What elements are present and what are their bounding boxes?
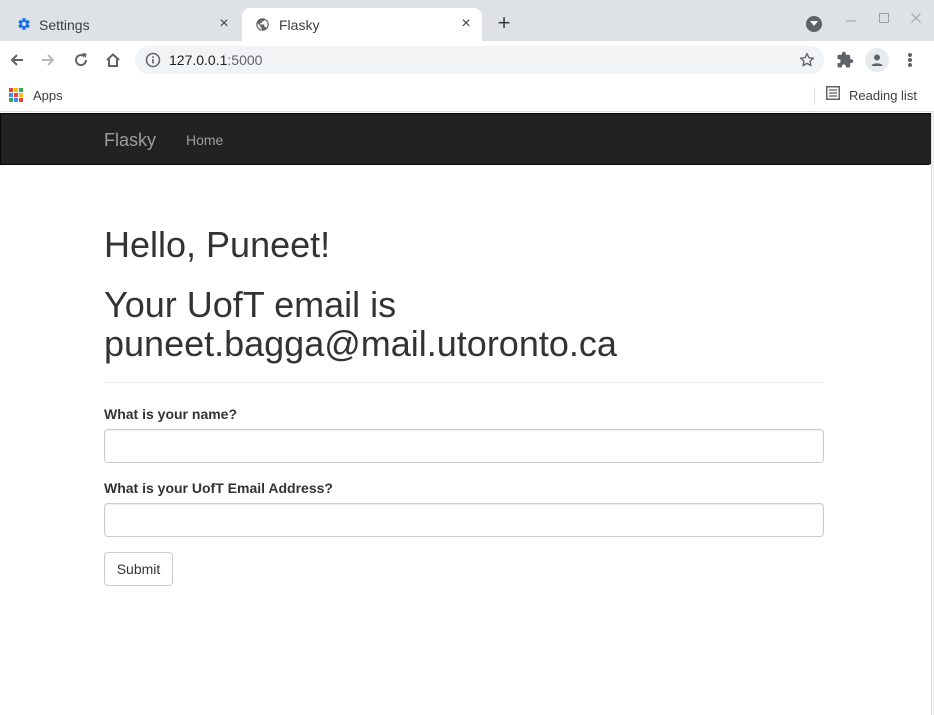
gear-icon bbox=[16, 16, 32, 32]
reading-list-button[interactable]: Reading list bbox=[826, 85, 917, 105]
tab-title: Settings bbox=[39, 17, 90, 33]
submit-button[interactable]: Submit bbox=[104, 552, 173, 586]
tab-settings[interactable]: Settings × bbox=[8, 8, 240, 41]
name-label: What is your name? bbox=[104, 406, 238, 422]
browser-toolbar: 127.0.0.1:5000 bbox=[0, 41, 934, 79]
home-icon[interactable] bbox=[103, 50, 123, 70]
url-port: :5000 bbox=[227, 52, 263, 68]
email-label: What is your UofT Email Address? bbox=[104, 480, 333, 496]
apps-grid-icon bbox=[9, 88, 23, 102]
greeting-heading: Hello, Puneet! bbox=[104, 224, 331, 265]
tab-search-icon[interactable] bbox=[806, 16, 822, 32]
name-input[interactable] bbox=[104, 429, 824, 463]
globe-icon bbox=[254, 16, 270, 32]
maximize-icon[interactable] bbox=[876, 11, 892, 27]
minimize-icon[interactable] bbox=[843, 11, 859, 27]
bookmark-star-icon[interactable] bbox=[798, 51, 816, 69]
reading-list-icon bbox=[826, 85, 840, 105]
page-viewport: Flasky Home Hello, Puneet! Your UofT ema… bbox=[0, 113, 934, 715]
back-icon[interactable] bbox=[7, 50, 27, 70]
reading-list-label: Reading list bbox=[849, 87, 917, 103]
url-host: 127.0.0.1 bbox=[169, 52, 228, 68]
tab-strip: Settings × Flasky × + bbox=[0, 0, 934, 41]
close-window-icon[interactable] bbox=[908, 11, 924, 27]
tab-flasky[interactable]: Flasky × bbox=[242, 8, 482, 41]
nav-link-home[interactable]: Home bbox=[186, 132, 223, 148]
site-navbar: Flasky Home bbox=[0, 113, 932, 165]
email-input[interactable] bbox=[104, 503, 824, 537]
apps-shortcut[interactable]: Apps bbox=[9, 87, 63, 103]
extensions-icon[interactable] bbox=[836, 51, 854, 69]
bookmarks-divider bbox=[814, 87, 815, 105]
divider bbox=[104, 382, 824, 383]
new-tab-button[interactable]: + bbox=[493, 12, 515, 35]
address-bar[interactable]: 127.0.0.1:5000 bbox=[135, 46, 824, 74]
info-icon[interactable] bbox=[145, 52, 161, 68]
close-icon[interactable]: × bbox=[216, 16, 232, 32]
bookmarks-bar: Apps Reading list bbox=[0, 79, 934, 112]
url-text: 127.0.0.1:5000 bbox=[169, 52, 262, 68]
forward-icon[interactable] bbox=[38, 50, 58, 70]
tab-title: Flasky bbox=[279, 17, 320, 33]
profile-avatar-icon[interactable] bbox=[865, 48, 889, 72]
apps-label: Apps bbox=[33, 87, 63, 103]
email-heading: Your UofT email is puneet.bagga@mail.uto… bbox=[104, 284, 617, 364]
close-icon[interactable]: × bbox=[458, 16, 474, 32]
reload-icon[interactable] bbox=[71, 50, 91, 70]
navbar-brand[interactable]: Flasky bbox=[104, 130, 156, 151]
more-menu-icon[interactable] bbox=[903, 51, 917, 69]
